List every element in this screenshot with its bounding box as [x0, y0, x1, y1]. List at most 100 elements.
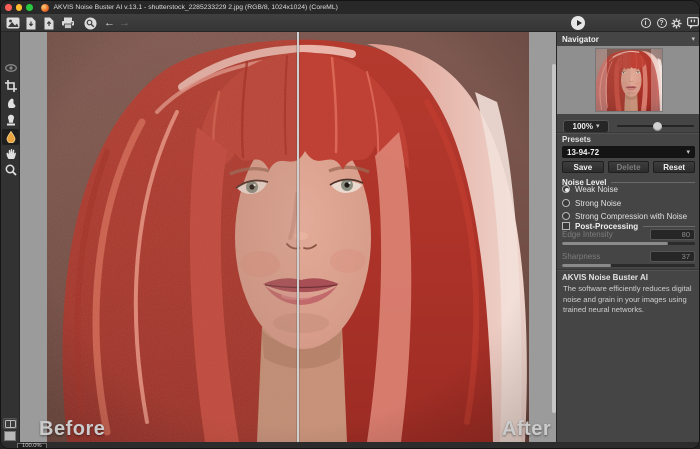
- play-icon: [577, 20, 582, 26]
- preferences-button[interactable]: [669, 16, 684, 30]
- sharpness-slider[interactable]: [562, 264, 695, 267]
- radio-weak-noise[interactable]: Weak Noise: [562, 184, 618, 194]
- share-button[interactable]: [83, 16, 98, 30]
- image-canvas[interactable]: Before After: [20, 32, 557, 442]
- edge-intensity-slider-fill: [562, 242, 668, 245]
- redo-button[interactable]: →: [117, 16, 132, 30]
- feedback-icon: [687, 17, 699, 30]
- navigator-mask-left: [596, 49, 607, 111]
- edge-intensity-value[interactable]: 80: [650, 229, 695, 240]
- help-button[interactable]: ?: [654, 16, 669, 30]
- before-label: Before: [39, 418, 105, 441]
- header-rule: [611, 182, 695, 183]
- radio-icon: [562, 199, 570, 207]
- after-label: After: [502, 418, 551, 441]
- split-frame-icon: [5, 420, 16, 428]
- radio-label: Strong Noise: [575, 199, 621, 208]
- new-image-button[interactable]: [5, 16, 20, 30]
- split-view-button[interactable]: [3, 418, 17, 429]
- undo-button[interactable]: ←: [102, 16, 117, 30]
- tool-column: [1, 32, 20, 442]
- crop-tool-button[interactable]: [2, 78, 19, 94]
- titlebar: AKVIS Noise Buster AI v.13.1 - shutterst…: [1, 1, 700, 14]
- background-color-swatch[interactable]: [4, 431, 16, 441]
- preset-selected-value: 13-94-72: [567, 148, 599, 157]
- history-brush-tool-button[interactable]: [2, 112, 19, 128]
- status-zoom-value: 100.0%: [17, 443, 47, 449]
- info-button[interactable]: i: [638, 16, 653, 30]
- hand-icon: [5, 148, 17, 160]
- sharpness-row: Sharpness 37: [562, 251, 695, 262]
- portrait-photo: [47, 32, 529, 442]
- preset-buttons: Save Delete Reset: [557, 161, 700, 173]
- edge-intensity-slider[interactable]: [562, 242, 695, 245]
- preview-eye-icon: [5, 63, 17, 73]
- magnifier-icon: [5, 164, 17, 176]
- open-image-icon: [26, 17, 36, 30]
- history-brush-icon: [5, 114, 17, 126]
- new-image-icon: [6, 17, 20, 29]
- navigator-title: Navigator: [562, 35, 599, 44]
- about-description: The software efficiently reduces digital…: [557, 284, 700, 316]
- drop-icon: [5, 131, 17, 143]
- edge-intensity-label: Edge Intensity: [562, 230, 613, 239]
- open-image-button[interactable]: [23, 16, 38, 30]
- chevron-down-icon: ▾: [686, 149, 690, 156]
- chevron-down-icon: ▾: [691, 36, 695, 43]
- chevron-down-icon: ▾: [596, 123, 600, 130]
- navigator-header[interactable]: Navigator ▾: [557, 34, 700, 45]
- undo-icon: ←: [104, 18, 115, 29]
- smudge-tool-button[interactable]: [2, 95, 19, 111]
- close-window-button[interactable]: [5, 4, 12, 11]
- radio-label: Strong Compression with Noise: [575, 212, 687, 221]
- help-icon: ?: [657, 18, 667, 28]
- app-logo-icon: [41, 4, 49, 12]
- navigator-preview-area: [557, 46, 700, 114]
- divider: [557, 132, 700, 134]
- about-title: AKVIS Noise Buster AI: [557, 273, 700, 283]
- hand-tool-button[interactable]: [2, 146, 19, 162]
- settings-panel: Navigator ▾ 100% ▾ Presets 13-94-72 ▾: [556, 32, 699, 442]
- window-title: AKVIS Noise Buster AI v.13.1 - shutterst…: [54, 4, 338, 11]
- share-icon: [84, 17, 97, 30]
- redo-icon: →: [119, 18, 130, 29]
- reset-preset-button[interactable]: Reset: [653, 161, 695, 173]
- before-after-split-line[interactable]: [297, 32, 299, 442]
- radio-strong-compression[interactable]: Strong Compression with Noise: [562, 211, 687, 221]
- zoom-slider[interactable]: [617, 125, 694, 127]
- status-bar: 100.0%: [1, 442, 700, 449]
- sharpness-label: Sharpness: [562, 252, 600, 261]
- feedback-button[interactable]: [685, 16, 700, 30]
- radio-label: Weak Noise: [575, 185, 618, 194]
- delete-preset-button[interactable]: Delete: [608, 161, 650, 173]
- toolbar: ← → i ?: [1, 14, 700, 32]
- run-button[interactable]: [571, 16, 585, 30]
- zoom-tool-button[interactable]: [2, 162, 19, 178]
- preview-tool-button[interactable]: [2, 60, 19, 76]
- presets-label: Presets: [557, 135, 700, 145]
- sharpness-value[interactable]: 37: [650, 251, 695, 262]
- zoom-controls: 100% ▾: [557, 119, 700, 133]
- zoom-level-value: 100%: [573, 122, 593, 131]
- radio-strong-noise[interactable]: Strong Noise: [562, 198, 621, 208]
- print-icon: [61, 17, 75, 29]
- zoom-slider-handle[interactable]: [653, 122, 662, 131]
- save-image-button[interactable]: [41, 16, 56, 30]
- info-icon: i: [641, 18, 651, 28]
- zoom-window-button[interactable]: [26, 4, 33, 11]
- navigator-thumbnail[interactable]: [596, 49, 662, 111]
- gear-icon: [671, 18, 682, 29]
- minimize-window-button[interactable]: [16, 4, 23, 11]
- radio-icon: [562, 212, 570, 220]
- preset-dropdown[interactable]: 13-94-72 ▾: [562, 146, 695, 158]
- zoom-level-dropdown[interactable]: 100% ▾: [563, 120, 609, 133]
- edge-intensity-row: Edge Intensity 80: [562, 229, 695, 240]
- save-preset-button[interactable]: Save: [562, 161, 604, 173]
- app-window: AKVIS Noise Buster AI v.13.1 - shutterst…: [0, 0, 700, 449]
- navigator-mask-right: [651, 49, 662, 111]
- save-image-icon: [44, 17, 54, 30]
- blur-drop-tool-button[interactable]: [2, 129, 19, 145]
- smudge-icon: [5, 97, 17, 109]
- print-button[interactable]: [60, 16, 75, 30]
- divider: [557, 269, 700, 271]
